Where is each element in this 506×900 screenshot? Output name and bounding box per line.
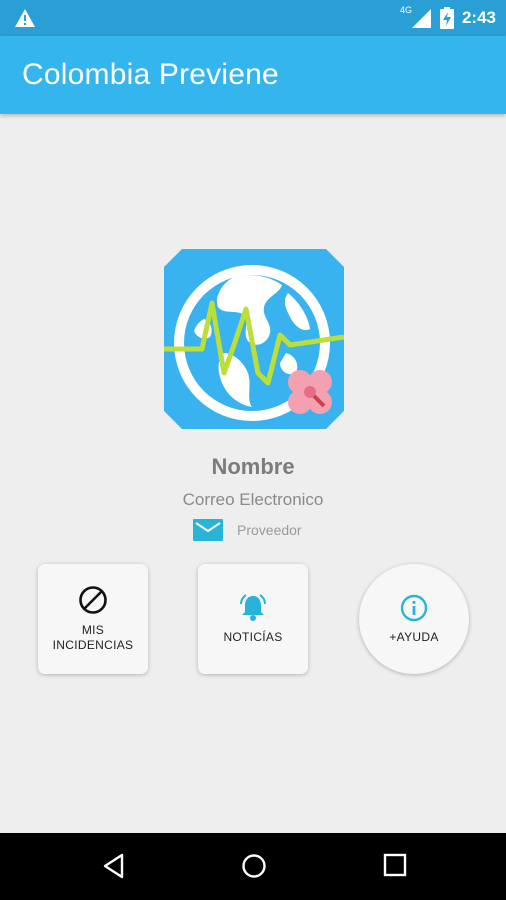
home-icon[interactable] (241, 853, 267, 879)
mis-incidencias-label: MIS INCIDENCIAS (52, 623, 134, 652)
ayuda-label: +AYUDA (389, 629, 439, 644)
ayuda-button[interactable]: +AYUDA (359, 564, 469, 674)
user-name: Nombre (211, 454, 295, 479)
noticias-label: NOTICÍAS (223, 629, 283, 644)
app-logo-icon (164, 249, 344, 429)
block-icon (79, 586, 107, 614)
mail-icon (193, 519, 223, 541)
mis-incidencias-button[interactable]: MIS INCIDENCIAS (38, 564, 148, 674)
navigation-bar (0, 833, 506, 900)
recents-icon[interactable] (383, 853, 407, 877)
back-icon[interactable] (102, 853, 126, 879)
app-title: Colombia Previene (22, 58, 279, 91)
bell-icon (240, 593, 266, 621)
info-icon (400, 594, 428, 621)
app-bar: Colombia Previene (0, 36, 506, 114)
provider-label: Proveedor (237, 522, 302, 538)
warning-icon (15, 9, 35, 27)
status-bar: 4G 2:43 (0, 0, 506, 36)
provider-row: Proveedor (193, 517, 302, 543)
signal-icon: 4G (400, 5, 432, 29)
noticias-button[interactable]: NOTICÍAS (198, 564, 308, 674)
clock: 2:43 (461, 8, 496, 27)
user-email: Correo Electronico (182, 490, 324, 509)
battery-charging-icon (439, 7, 454, 29)
